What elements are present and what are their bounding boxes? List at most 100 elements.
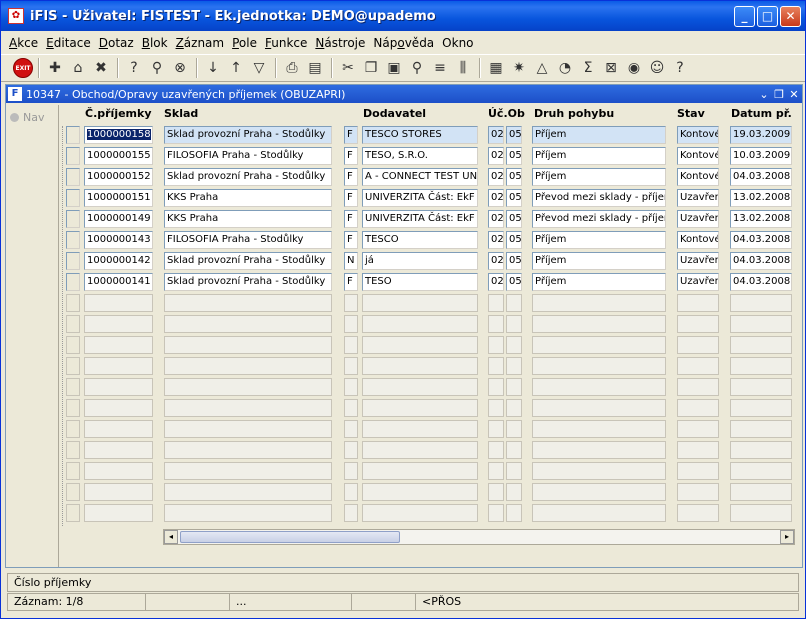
scroll-left-icon[interactable]: ◂ [164,530,178,544]
cell-cislo[interactable] [84,399,153,417]
cell-cislo[interactable] [84,294,153,312]
new-record-icon[interactable]: ✚ [44,57,66,79]
cell-datum[interactable] [730,441,792,459]
cell-druh[interactable]: Převod mezi sklady - příjem [532,210,666,228]
cell-dodavatel[interactable] [362,315,478,333]
help-icon[interactable]: ? [669,57,691,79]
cell-sklad[interactable] [164,357,332,375]
cell-druh[interactable]: Příjem [532,231,666,249]
cell-typ[interactable] [344,441,358,459]
cell-druh[interactable] [532,399,666,417]
insert-icon[interactable]: ⌂ [67,57,89,79]
cell-sklad[interactable]: Sklad provozní Praha - Stodůlky [164,273,332,291]
cell-uc[interactable] [488,399,504,417]
cell-typ[interactable] [344,378,358,396]
exit-icon[interactable]: EXIT [13,58,33,78]
cell-ob[interactable] [506,420,522,438]
cell-sklad[interactable] [164,294,332,312]
cell-uc[interactable] [488,336,504,354]
cell-druh[interactable] [532,294,666,312]
cell-ob[interactable] [506,336,522,354]
menu-item[interactable]: Blok [142,36,168,50]
row-checkbox[interactable] [66,399,80,417]
cell-druh[interactable] [532,336,666,354]
cell-datum[interactable] [730,315,792,333]
cell-stav[interactable]: Kontové [677,231,719,249]
cell-ob[interactable] [506,315,522,333]
cell-typ[interactable]: N [344,252,358,270]
cell-uc[interactable]: 02 [488,273,504,291]
close-button[interactable]: ✕ [780,5,801,27]
cell-datum[interactable] [730,294,792,312]
cell-ob[interactable]: 05 [506,189,522,207]
cell-cislo[interactable]: 1000000152 [84,168,153,186]
cell-ob[interactable]: 05 [506,252,522,270]
cell-stav[interactable]: Kontové [677,168,719,186]
cell-datum[interactable]: 13.02.2008 [730,189,792,207]
cell-cislo[interactable]: 1000000142 [84,252,153,270]
globe-icon[interactable]: ◉ [623,57,645,79]
cell-stav[interactable] [677,294,719,312]
cell-typ[interactable]: F [344,126,358,144]
cell-sklad[interactable]: FILOSOFIA Praha - Stodůlky [164,147,332,165]
cell-sklad[interactable] [164,441,332,459]
chart-icon[interactable]: △ [531,57,553,79]
delete-icon[interactable]: ✖ [90,57,112,79]
cell-cislo[interactable]: 1000000151 [84,189,153,207]
menu-item[interactable]: Editace [46,36,91,50]
sort-ascending-icon[interactable]: ↓ [202,57,224,79]
cut-icon[interactable]: ✂ [337,57,359,79]
cell-datum[interactable] [730,462,792,480]
menu-item[interactable]: Nástroje [315,36,365,50]
cell-ob[interactable] [506,399,522,417]
cell-stav[interactable] [677,357,719,375]
filter-icon[interactable]: ▽ [248,57,270,79]
cell-druh[interactable]: Příjem [532,126,666,144]
cell-typ[interactable] [344,399,358,417]
copy-icon[interactable]: ❐ [360,57,382,79]
cell-dodavatel[interactable]: TESCO [362,231,478,249]
cell-dodavatel[interactable]: já [362,252,478,270]
cell-sklad[interactable]: Sklad provozní Praha - Stodůlky [164,252,332,270]
cell-datum[interactable]: 04.03.2008 [730,168,792,186]
menu-item[interactable]: Dotaz [99,36,134,50]
cell-typ[interactable] [344,336,358,354]
cell-druh[interactable] [532,504,666,522]
execute-query-icon[interactable]: ⚲ [146,57,168,79]
cell-stav[interactable] [677,483,719,501]
cell-cislo[interactable]: 1000000149 [84,210,153,228]
form-restore-icon[interactable]: ❐ [772,88,786,101]
cell-uc[interactable] [488,504,504,522]
cell-datum[interactable]: 10.03.2009 [730,147,792,165]
cell-datum[interactable] [730,399,792,417]
cell-stav[interactable] [677,336,719,354]
row-checkbox[interactable] [66,357,80,375]
cell-ob[interactable]: 05 [506,168,522,186]
cell-cislo[interactable]: 1000000158 [84,126,153,144]
cell-ob[interactable] [506,441,522,459]
row-checkbox[interactable] [66,189,80,207]
row-checkbox[interactable] [66,462,80,480]
cell-druh[interactable]: Příjem [532,168,666,186]
cell-cislo[interactable] [84,420,153,438]
cell-ob[interactable]: 05 [506,231,522,249]
row-checkbox[interactable] [66,378,80,396]
cell-datum[interactable]: 04.03.2008 [730,231,792,249]
title-bar[interactable]: ✿ iFIS - Uživatel: FISTEST - Ek.jednotka… [1,1,805,31]
cell-stav[interactable] [677,504,719,522]
cell-ob[interactable] [506,483,522,501]
cell-uc[interactable] [488,483,504,501]
cell-druh[interactable] [532,462,666,480]
cell-ob[interactable] [506,462,522,480]
cell-stav[interactable] [677,378,719,396]
cell-stav[interactable] [677,420,719,438]
scroll-right-icon[interactable]: ▸ [780,530,794,544]
cell-ob[interactable] [506,378,522,396]
cell-druh[interactable]: Příjem [532,252,666,270]
cell-sklad[interactable] [164,420,332,438]
cell-uc[interactable] [488,462,504,480]
form-close-icon[interactable]: ✕ [787,88,801,101]
cell-cislo[interactable] [84,315,153,333]
cell-stav[interactable]: Uzavřen [677,210,719,228]
cell-cislo[interactable] [84,504,153,522]
